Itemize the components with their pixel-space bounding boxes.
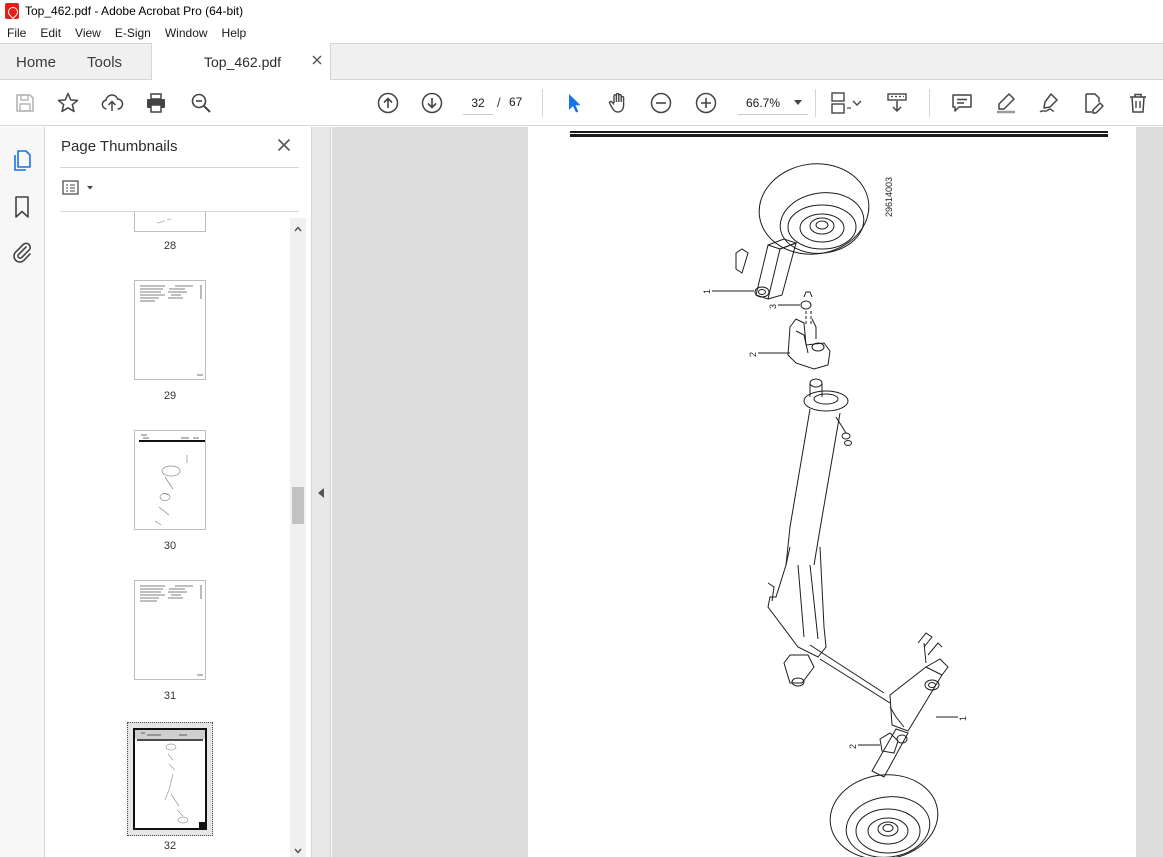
thumbnail-list: 28 29 30 31 32 <box>45 212 290 857</box>
thumbnail-page[interactable] <box>134 280 206 380</box>
menu-window[interactable]: Window <box>158 26 215 40</box>
sign-pen-icon[interactable] <box>1036 90 1062 116</box>
page-thumbnails-icon[interactable] <box>10 148 34 172</box>
window-title: Top_462.pdf - Adobe Acrobat Pro (64-bit) <box>25 4 244 18</box>
total-pages: 67 <box>509 95 523 109</box>
title-bar: Top_462.pdf - Adobe Acrobat Pro (64-bit) <box>0 0 1163 22</box>
figure-id: 29614003 <box>884 177 894 217</box>
callout-label: 1 <box>958 716 968 721</box>
callout-label: 2 <box>748 352 758 357</box>
save-icon[interactable] <box>12 90 38 116</box>
panel-title: Page Thumbnails <box>61 138 178 155</box>
navigation-rail <box>0 127 45 857</box>
list-options-icon <box>62 180 93 195</box>
document-tab-label: Top_462.pdf <box>204 54 282 70</box>
thumbnail-label: 29 <box>163 390 177 402</box>
scroll-down-arrow-icon[interactable] <box>293 845 303 855</box>
menu-edit[interactable]: Edit <box>33 26 68 40</box>
thumbnail-options-menu[interactable] <box>62 179 98 197</box>
close-panel-icon[interactable] <box>276 137 292 153</box>
highlight-pen-icon[interactable] <box>993 90 1019 116</box>
panel-collapse-strip[interactable] <box>312 127 331 857</box>
chevron-down-icon <box>794 100 802 105</box>
thumbnail-page-selected[interactable] <box>133 728 207 830</box>
menu-view[interactable]: View <box>68 26 108 40</box>
thumbnail-label: 32 <box>163 840 177 852</box>
scroll-mode-icon[interactable] <box>884 90 910 116</box>
callout-label: 2 <box>848 744 858 749</box>
thumbnail-page[interactable] <box>134 580 206 680</box>
thumbnail-page[interactable] <box>134 212 206 232</box>
tab-bar: Home Tools Top_462.pdf <box>0 43 1163 81</box>
zoom-out-icon[interactable] <box>648 90 674 116</box>
previous-page-icon[interactable] <box>375 90 401 116</box>
thumbnail-scrollbar[interactable] <box>290 218 306 857</box>
exploded-parts-drawing: 1 3 2 1 2 29614003 <box>702 163 968 857</box>
tab-home[interactable]: Home <box>0 44 70 80</box>
divider <box>60 167 299 168</box>
comment-icon[interactable] <box>949 90 975 116</box>
delete-trash-icon[interactable] <box>1125 90 1151 116</box>
collapse-left-arrow-icon[interactable] <box>318 488 324 498</box>
page-number-input[interactable]: 32 <box>463 91 493 115</box>
attachment-paperclip-icon[interactable] <box>10 240 34 264</box>
acrobat-icon <box>5 3 19 19</box>
zoom-search-icon[interactable] <box>188 90 214 116</box>
document-view[interactable]: 1 3 2 1 2 29614003 <box>332 127 1163 857</box>
page-display-icon[interactable] <box>829 90 863 116</box>
edit-pdf-icon[interactable] <box>1080 90 1106 116</box>
star-icon[interactable] <box>55 90 81 116</box>
tab-tools[interactable]: Tools <box>70 44 139 80</box>
menu-help[interactable]: Help <box>215 26 254 40</box>
pdf-page: 1 3 2 1 2 29614003 <box>528 127 1136 857</box>
hand-tool-icon[interactable] <box>605 90 631 116</box>
next-page-icon[interactable] <box>419 90 445 116</box>
callout-label: 3 <box>768 304 778 309</box>
tab-document[interactable]: Top_462.pdf <box>151 43 331 81</box>
zoom-level-select[interactable]: 66.7% <box>738 91 808 115</box>
scroll-up-arrow-icon[interactable] <box>293 223 303 233</box>
toolbar-divider <box>929 89 930 117</box>
scrollbar-thumb[interactable] <box>292 487 304 524</box>
menu-esign[interactable]: E-Sign <box>108 26 158 40</box>
zoom-value: 66.7% <box>746 95 781 110</box>
menu-bar: File Edit View E-Sign Window Help <box>0 22 1163 43</box>
bookmark-icon[interactable] <box>10 195 34 219</box>
close-tab-icon[interactable] <box>310 53 324 67</box>
toolbar-divider <box>542 89 543 117</box>
page-thumbnails-panel: Page Thumbnails 28 29 30 31 32 <box>45 127 312 857</box>
thumbnail-label: 30 <box>163 540 177 552</box>
page-separator: / <box>497 95 501 110</box>
main-toolbar: 32 / 67 66.7% <box>0 80 1163 126</box>
thumbnail-page[interactable] <box>134 430 206 530</box>
callout-label: 1 <box>702 289 712 294</box>
upload-cloud-icon[interactable] <box>99 90 125 116</box>
select-cursor-icon[interactable] <box>561 90 587 116</box>
toolbar-divider <box>815 89 816 117</box>
thumbnail-label: 28 <box>163 240 177 252</box>
print-icon[interactable] <box>143 90 169 116</box>
menu-file[interactable]: File <box>0 26 33 40</box>
zoom-in-icon[interactable] <box>693 90 719 116</box>
thumbnail-label: 31 <box>163 690 177 702</box>
